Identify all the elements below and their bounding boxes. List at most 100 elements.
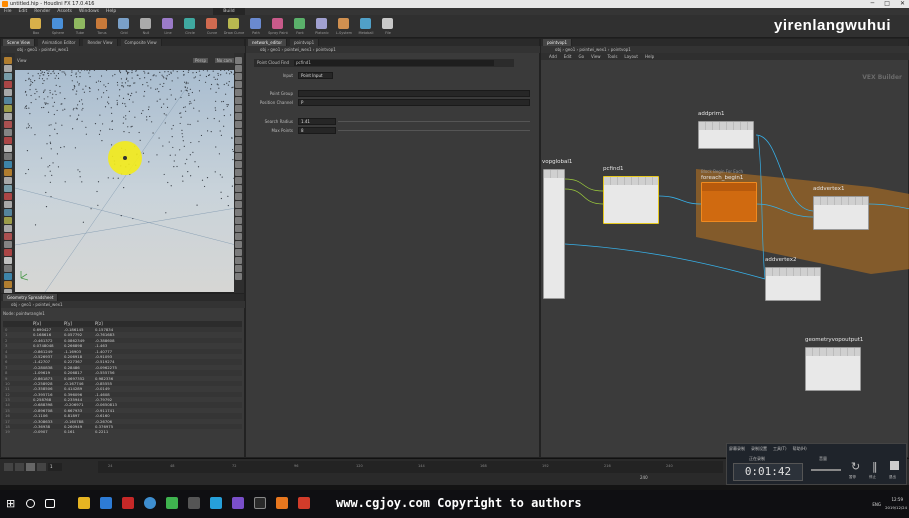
viewport-tool-icon[interactable] xyxy=(4,73,12,80)
shelf-tool-sphere-icon[interactable] xyxy=(52,18,63,29)
language-indicator[interactable]: ENG xyxy=(872,502,881,507)
display-option-icon[interactable] xyxy=(235,169,242,176)
shelf-tool-tube-icon[interactable] xyxy=(74,18,85,29)
path-wrangle[interactable]: pointwi_wex1 xyxy=(41,47,68,52)
viewport-tool-icon[interactable] xyxy=(4,265,12,272)
shelf-tool-l-system-icon[interactable] xyxy=(338,18,349,29)
tab-pointvop[interactable]: pointvop1 xyxy=(290,39,320,46)
table-row[interactable]: 19 -0.0907 0.161 0.2211 xyxy=(3,429,242,434)
viewport-tool-icon[interactable] xyxy=(4,105,12,112)
viewport-tool-icon[interactable] xyxy=(4,169,12,176)
display-option-icon[interactable] xyxy=(235,97,242,104)
viewport-tool-icon[interactable] xyxy=(4,273,12,280)
display-option-icon[interactable] xyxy=(235,121,242,128)
exit-rec-icon[interactable] xyxy=(890,461,899,470)
spreadsheet-table[interactable]: P[x] P[y] P[z] 0 0.690427 -0.186145 0.15783… xyxy=(3,321,242,456)
app-icon-blue[interactable] xyxy=(144,497,156,509)
viewport-tool-icon[interactable] xyxy=(4,137,12,144)
display-option-icon[interactable] xyxy=(235,113,242,120)
step-forward-icon[interactable] xyxy=(37,463,46,471)
menu-windows[interactable]: Windows xyxy=(79,8,99,15)
param-slider[interactable] xyxy=(338,121,530,122)
param-field[interactable]: P xyxy=(298,99,530,106)
path-obj[interactable]: obj xyxy=(11,302,17,307)
viewport-tool-icon[interactable] xyxy=(4,241,12,248)
maximize-icon[interactable]: □ xyxy=(884,0,890,8)
viewport-tool-icon[interactable] xyxy=(4,145,12,152)
display-option-icon[interactable] xyxy=(235,217,242,224)
node-foreach-begin[interactable] xyxy=(701,182,757,222)
shelf-tool-metaball-icon[interactable] xyxy=(360,18,371,29)
viewport-tool-icon[interactable] xyxy=(4,89,12,96)
recorder-taskbar-icon[interactable] xyxy=(298,497,310,509)
node-addvertex1[interactable] xyxy=(813,196,869,230)
path-obj[interactable]: obj xyxy=(260,47,266,52)
tab-render-view[interactable]: Render View xyxy=(83,39,118,46)
viewport-tool-icon[interactable] xyxy=(4,225,12,232)
rec-btn-exit[interactable]: 退出 xyxy=(889,475,896,480)
menu-edit[interactable]: Edit xyxy=(19,8,28,15)
viewport-tool-icon[interactable] xyxy=(4,249,12,256)
display-option-icon[interactable] xyxy=(235,105,242,112)
viewport-scene[interactable] xyxy=(15,70,236,292)
rec-btn-stop[interactable]: 停止 xyxy=(869,475,876,480)
frame-field[interactable]: 1 xyxy=(48,463,62,471)
path-geo[interactable]: geo1 xyxy=(270,47,280,52)
path-pointvop[interactable]: pointvop1 xyxy=(316,47,336,52)
start-icon[interactable]: ⊞ xyxy=(6,497,18,510)
menu-assets[interactable]: Assets xyxy=(57,8,72,15)
display-option-icon[interactable] xyxy=(235,209,242,216)
shelf-tool-line-icon[interactable] xyxy=(162,18,173,29)
stop-rec-icon[interactable]: ‖ xyxy=(872,460,878,473)
viewport-tool-icon[interactable] xyxy=(4,209,12,216)
shelf-tool-font-icon[interactable] xyxy=(294,18,305,29)
shelf-tool-torus-icon[interactable] xyxy=(96,18,107,29)
display-option-icon[interactable] xyxy=(235,73,242,80)
node-addvertex2[interactable] xyxy=(765,267,821,301)
viewport-tool-icon[interactable] xyxy=(4,217,12,224)
viewport-tool-icon[interactable] xyxy=(4,121,12,128)
node-vopglobal[interactable] xyxy=(543,169,565,299)
volume-slider[interactable] xyxy=(811,469,841,471)
viewport-tool-icon[interactable] xyxy=(4,193,12,200)
param-slider[interactable] xyxy=(338,130,530,131)
rec-menu-screen[interactable]: 屏幕录制 xyxy=(729,446,745,452)
viewport-tool-icon[interactable] xyxy=(4,65,12,72)
shelf-tool-box-icon[interactable] xyxy=(30,18,41,29)
display-option-icon[interactable] xyxy=(235,89,242,96)
rec-menu-tools[interactable]: 工具(T) xyxy=(773,446,787,452)
display-option-icon[interactable] xyxy=(235,65,242,72)
viewport-tool-icon[interactable] xyxy=(4,97,12,104)
step-back-icon[interactable] xyxy=(15,463,24,471)
menu-help[interactable]: Help xyxy=(106,8,116,15)
frame-ruler[interactable]: 24 48 72 96 120 144 168 192 216 240 xyxy=(98,461,723,473)
clock-date[interactable]: 2019/12/24 xyxy=(885,505,907,510)
viewport-tool-icon[interactable] xyxy=(4,129,12,136)
scene-canvas[interactable] xyxy=(15,70,236,292)
wechat-icon[interactable] xyxy=(166,497,178,509)
display-option-icon[interactable] xyxy=(235,201,242,208)
param-field[interactable]: Point Input xyxy=(298,72,333,79)
clock-time[interactable]: 12:59 xyxy=(891,497,903,502)
viewport-tool-icon[interactable] xyxy=(4,113,12,120)
camera-menu[interactable]: No cam xyxy=(214,58,234,63)
minimize-icon[interactable]: ─ xyxy=(871,0,875,8)
pause-rec-icon[interactable]: ↻ xyxy=(851,460,860,473)
viewport-tool-icon[interactable] xyxy=(4,281,12,288)
viewport-tool-icon[interactable] xyxy=(4,161,12,168)
tab-composite-view[interactable]: Composite View xyxy=(120,39,162,46)
app-icon-gray[interactable] xyxy=(188,497,200,509)
shelf-tool-path-icon[interactable] xyxy=(250,18,261,29)
app-icon-dark[interactable] xyxy=(254,497,266,509)
path-wrangle[interactable]: pointwi_wex1 xyxy=(284,47,311,52)
display-option-icon[interactable] xyxy=(235,249,242,256)
tab-network-editor[interactable]: network_editor xyxy=(248,39,288,46)
node-addprim[interactable] xyxy=(698,121,754,149)
shelf-tool-circle-icon[interactable] xyxy=(184,18,195,29)
houdini-taskbar-icon[interactable] xyxy=(276,497,288,509)
shelf-tool-draw-curve-icon[interactable] xyxy=(228,18,239,29)
display-option-icon[interactable] xyxy=(235,81,242,88)
rec-menu-settings[interactable]: 录制设置 xyxy=(751,446,767,452)
app-icon-cyan[interactable] xyxy=(210,497,222,509)
display-option-icon[interactable] xyxy=(235,225,242,232)
